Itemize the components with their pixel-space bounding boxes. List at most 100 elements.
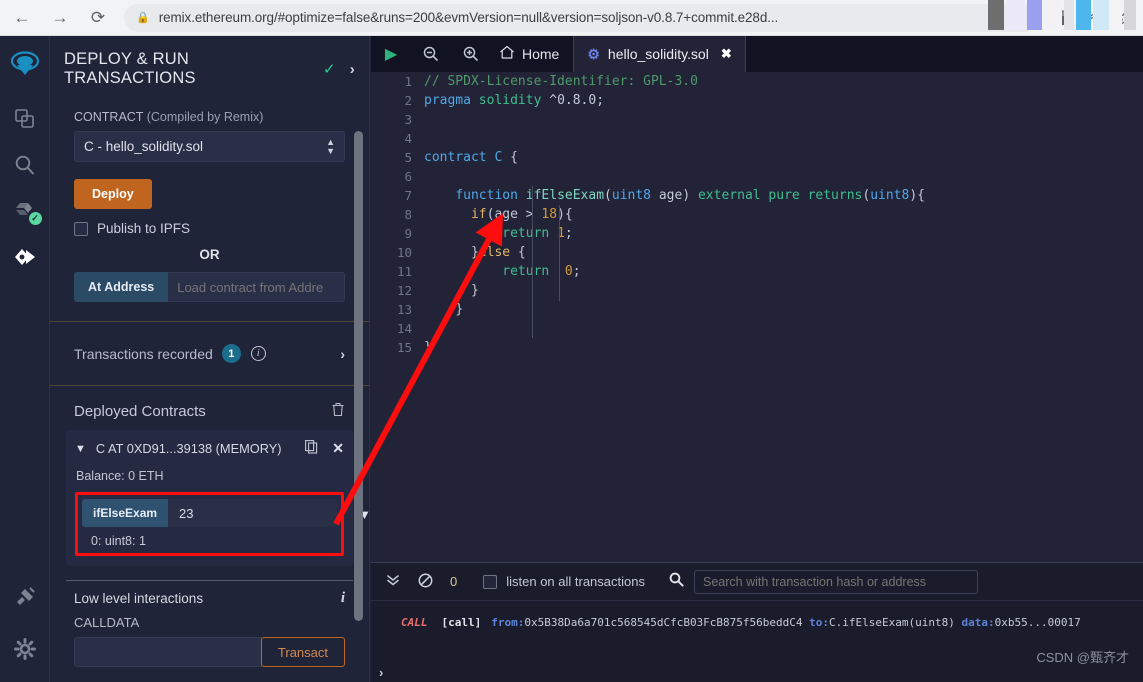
trash-icon[interactable] <box>331 402 345 420</box>
or-divider-label: OR <box>199 247 220 262</box>
file-explorer-icon[interactable] <box>0 96 50 142</box>
calldata-input[interactable] <box>74 637 262 667</box>
log-entry[interactable]: CALL [call] from:0x5B38Da6a701c568545dCfcB… <box>401 615 1143 632</box>
line-number: 4 <box>404 131 412 146</box>
transactions-recorded-label: Transactions recorded <box>74 345 213 362</box>
deployed-contracts-label: Deployed Contracts <box>74 402 206 420</box>
code-line[interactable]: 3 <box>371 110 1143 129</box>
contract-label-sub: (Compiled by Remix) <box>146 110 264 124</box>
line-number: 14 <box>396 321 412 336</box>
address-bar[interactable]: 🔒 remix.ethereum.org/#optimize=false&run… <box>124 3 1039 32</box>
calldata-label: CALLDATA <box>74 615 140 630</box>
code-editor-pane: ▶ Home ⚙ hello_solidity.sol ✖ 1// SPDX-L… <box>371 36 1143 562</box>
code-line[interactable]: 1 // SPDX-License-Identifier: GPL-3.0 <box>371 72 1143 91</box>
deploy-run-icon[interactable] <box>0 234 50 280</box>
line-number: 6 <box>404 169 412 184</box>
transactions-recorded-count: 1 <box>221 344 241 363</box>
transactions-recorded-chevron-icon[interactable]: › <box>340 346 345 362</box>
deploy-button[interactable]: Deploy <box>74 179 152 209</box>
publish-ipfs-checkbox[interactable] <box>74 221 88 236</box>
code-line[interactable]: 13 } <box>371 300 1143 319</box>
function-call-result: 0: uint8: 1 <box>91 534 146 548</box>
url-text: remix.ethereum.org/#optimize=false&runs=… <box>158 10 779 25</box>
plugin-manager-icon[interactable] <box>0 574 50 620</box>
forward-arrow-icon[interactable]: → <box>44 2 76 34</box>
panel-expand-icon[interactable]: › <box>350 61 355 78</box>
home-tab[interactable]: Home <box>491 36 573 72</box>
terminal-search-input[interactable] <box>693 569 978 594</box>
chevron-double-down-icon[interactable] <box>381 573 405 590</box>
chevron-down-icon[interactable]: ▼ <box>75 443 86 455</box>
listen-all-checkbox[interactable] <box>483 574 498 589</box>
info-icon[interactable]: i <box>250 346 266 361</box>
ifelseexam-button[interactable]: ifElseExam <box>82 499 169 527</box>
contract-label-text: CONTRACT <box>74 110 144 124</box>
low-level-label: Low level interactions <box>74 591 204 606</box>
code-line[interactable]: 10 }else { <box>371 243 1143 262</box>
indent-guide <box>532 186 533 338</box>
pending-transaction-count: 0 <box>450 574 458 589</box>
code-line[interactable]: 7 function ifElseExam(uint8 age) externa… <box>371 186 1143 205</box>
code-line[interactable]: 9 return 1; <box>371 224 1143 243</box>
listen-all-transactions-row[interactable]: listen on all transactions <box>483 574 645 589</box>
code-line[interactable]: 12 } <box>371 281 1143 300</box>
code-line[interactable]: 5 contract C { <box>371 148 1143 167</box>
browser-toolbar: ← → ⟳ 🔒 remix.ethereum.org/#optimize=fal… <box>0 0 1143 36</box>
terminal-panel: 0 listen on all transactions CALL [call] f… <box>371 562 1143 682</box>
deploy-run-panel: DEPLOY & RUN TRANSACTIONS ✓ › CONTRACT (… <box>50 36 370 682</box>
low-level-info-icon[interactable]: i <box>341 590 345 607</box>
code-line[interactable]: 14 <box>371 319 1143 338</box>
deployed-contracts-header: Deployed Contracts <box>50 386 369 430</box>
editor-toolbar: ▶ Home ⚙ hello_solidity.sol ✖ <box>371 36 1143 72</box>
line-number: 7 <box>404 188 412 203</box>
code-line[interactable]: 2 pragma solidity ^0.8.0; <box>371 91 1143 110</box>
line-number: 8 <box>404 207 412 222</box>
low-level-interactions-section: Low level interactions i CALLDATA Transa… <box>50 581 369 667</box>
transact-button[interactable]: Transact <box>260 637 345 667</box>
terminal-prompt-icon[interactable]: › <box>379 665 383 680</box>
function-call-highlight: ifElseExam 0: uint8: 1 ▼ <box>75 492 369 556</box>
zoom-in-icon[interactable] <box>451 36 491 72</box>
line-number: 11 <box>396 264 412 279</box>
sidebar-scrollbar[interactable] <box>354 131 363 621</box>
transactions-recorded-section[interactable]: Transactions recorded 1 i › <box>50 321 369 386</box>
code-line[interactable]: 8 if(age > 18){ <box>371 205 1143 224</box>
run-script-icon[interactable]: ▶ <box>371 36 411 72</box>
deployed-contract-card: ▼ C AT 0XD91...39138 (MEMORY) ✕ Balance:… <box>66 430 369 566</box>
log-tag: [call] <box>441 616 482 629</box>
back-arrow-icon[interactable]: ← <box>6 2 38 34</box>
ifelseexam-arg-input[interactable] <box>168 499 337 527</box>
code-text: contract C { <box>424 150 518 165</box>
contract-select[interactable]: C - hello_solidity.sol ▲ ▼ <box>74 131 345 162</box>
indent-guide <box>559 205 560 301</box>
at-address-input[interactable] <box>168 272 345 302</box>
contract-card-header[interactable]: ▼ C AT 0XD91...39138 (MEMORY) ✕ <box>75 440 344 457</box>
close-icon[interactable]: ✕ <box>332 440 344 457</box>
home-icon <box>499 45 515 63</box>
code-lines: 1 // SPDX-License-Identifier: GPL-3.0 2 pra… <box>371 72 1143 357</box>
copy-icon[interactable] <box>305 440 318 457</box>
log-from-key: from: <box>491 616 525 629</box>
settings-gear-icon[interactable] <box>0 626 50 672</box>
terminal-toolbar: 0 listen on all transactions <box>371 563 1143 601</box>
code-line[interactable]: 6 <box>371 167 1143 186</box>
code-line[interactable]: 11 return 0; <box>371 262 1143 281</box>
solidity-compiler-icon[interactable]: ✓ <box>0 188 50 234</box>
code-line[interactable]: 15} <box>371 338 1143 357</box>
tab-close-icon[interactable]: ✖ <box>721 46 732 62</box>
home-label: Home <box>522 46 560 62</box>
tab-hello-solidity[interactable]: ⚙ hello_solidity.sol ✖ <box>573 36 746 72</box>
search-icon[interactable] <box>669 572 684 592</box>
zoom-out-icon[interactable] <box>411 36 451 72</box>
code-line[interactable]: 4 <box>371 129 1143 148</box>
no-entry-icon[interactable] <box>413 573 438 591</box>
code-content[interactable]: 1 // SPDX-License-Identifier: GPL-3.0 2 pra… <box>371 72 1143 562</box>
reload-icon[interactable]: ⟳ <box>82 2 114 34</box>
at-address-button[interactable]: At Address <box>74 272 169 302</box>
search-icon[interactable] <box>0 142 50 188</box>
publish-ipfs-row[interactable]: Publish to IPFS <box>74 221 345 236</box>
log-data-value: 0xb55...00017 <box>994 616 1081 629</box>
contract-label: CONTRACT (Compiled by Remix) <box>74 110 345 124</box>
remix-logo[interactable] <box>0 42 50 88</box>
line-number: 15 <box>396 340 412 355</box>
